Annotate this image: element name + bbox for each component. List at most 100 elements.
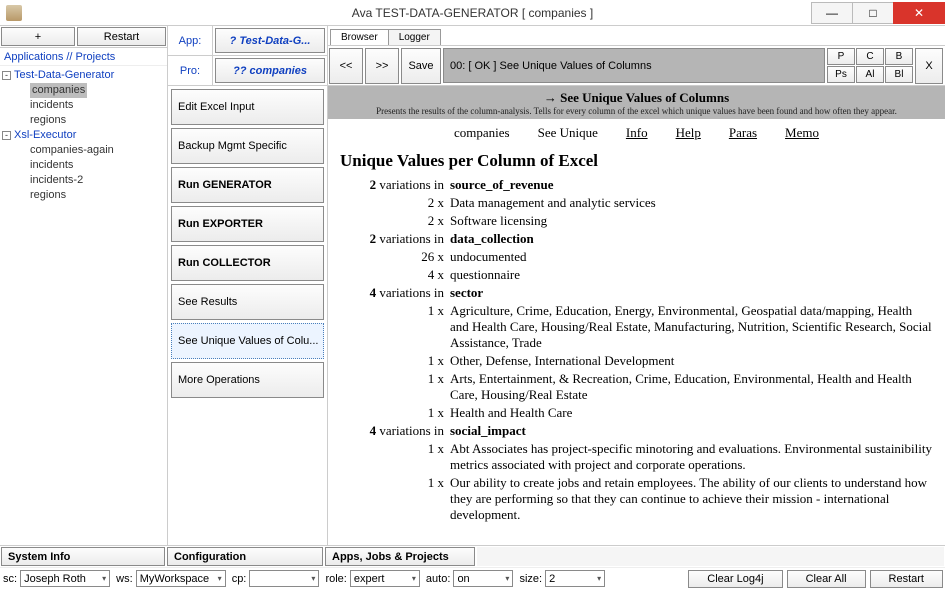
status-spacer (477, 547, 944, 566)
value-text: Abt Associates has project-specific mino… (450, 441, 933, 473)
column-name: social_impact (450, 423, 526, 439)
nav-links: companies See Unique Info Help Paras Memo (328, 119, 945, 147)
tree-child[interactable]: regions (2, 113, 165, 128)
variation-count: 2 variations in (340, 177, 450, 193)
action-button[interactable]: See Unique Values of Colu... (171, 323, 324, 359)
value-text: Other, Defense, International Developmen… (450, 353, 933, 369)
value-count: 1 x (340, 371, 450, 403)
value-text: Our ability to create jobs and retain em… (450, 475, 933, 523)
tab-logger[interactable]: Logger (388, 29, 441, 45)
save-button[interactable]: Save (401, 48, 441, 84)
banner: → See Unique Values of Columns Presents … (328, 86, 945, 119)
nav-link-paras[interactable]: Paras (729, 125, 757, 141)
action-button[interactable]: Backup Mgmt Specific (171, 128, 324, 164)
tree-child-selected[interactable]: companies (30, 83, 87, 98)
action-button[interactable]: Run COLLECTOR (171, 245, 324, 281)
project-tree: -Test-Data-Generatorcompaniesincidentsre… (0, 66, 167, 205)
size-label: size: (519, 573, 542, 585)
tree-expander-icon[interactable]: - (2, 131, 11, 140)
nav-link-help[interactable]: Help (676, 125, 701, 141)
browser-toolbar: << >> Save 00: [ OK ] See Unique Values … (328, 46, 945, 86)
value-count: 1 x (340, 405, 450, 421)
tab-browser[interactable]: Browser (330, 29, 389, 45)
tree-expander-icon[interactable]: - (2, 71, 11, 80)
add-button[interactable]: + (1, 27, 75, 46)
action-button[interactable]: Run GENERATOR (171, 167, 324, 203)
x-button[interactable]: X (915, 48, 943, 84)
value-count: 1 x (340, 353, 450, 369)
value-text: Software licensing (450, 213, 933, 229)
tree-node[interactable]: Xsl-Executor (14, 129, 76, 141)
variation-count: 4 variations in (340, 423, 450, 439)
project-label: Pro: (168, 56, 213, 85)
ws-select[interactable]: MyWorkspace (136, 570, 226, 587)
value-count: 1 x (340, 475, 450, 523)
forward-button[interactable]: >> (365, 48, 399, 84)
variation-count: 2 variations in (340, 231, 450, 247)
value-text: Data management and analytic services (450, 195, 933, 211)
value-text: undocumented (450, 249, 933, 265)
ws-label: ws: (116, 573, 133, 585)
value-count: 4 x (340, 267, 450, 283)
column-name: source_of_revenue (450, 177, 554, 193)
tree-child[interactable]: companies-again (2, 143, 165, 158)
role-label: role: (325, 573, 346, 585)
clear-log4j-button[interactable]: Clear Log4j (688, 570, 782, 588)
content-panel: BrowserLogger << >> Save 00: [ OK ] See … (328, 26, 945, 545)
document-view[interactable]: → See Unique Values of Columns Presents … (328, 86, 945, 545)
page-heading: Unique Values per Column of Excel (340, 151, 933, 171)
value-count: 26 x (340, 249, 450, 265)
value-count: 2 x (340, 195, 450, 211)
grid-button-al[interactable]: Al (856, 66, 884, 83)
sc-label: sc: (3, 573, 17, 585)
cp-select[interactable] (249, 570, 319, 587)
tree-child[interactable]: regions (2, 188, 165, 203)
size-select[interactable]: 2 (545, 570, 605, 587)
banner-title: → See Unique Values of Columns (328, 90, 945, 106)
grid-button-ps[interactable]: Ps (827, 66, 855, 83)
value-count: 1 x (340, 303, 450, 351)
configuration-panel[interactable]: Configuration (167, 547, 323, 566)
grid-button-bl[interactable]: Bl (885, 66, 913, 83)
app-value-button[interactable]: ? Test-Data-G... (215, 28, 325, 53)
nav-link-info[interactable]: Info (626, 125, 648, 141)
project-value-button[interactable]: ?? companies (215, 58, 325, 83)
tree-node[interactable]: Test-Data-Generator (14, 69, 114, 81)
auto-label: auto: (426, 573, 450, 585)
clear-all-button[interactable]: Clear All (787, 570, 866, 588)
value-count: 1 x (340, 441, 450, 473)
system-info-panel[interactable]: System Info (1, 547, 165, 566)
back-button[interactable]: << (329, 48, 363, 84)
tree-child[interactable]: incidents (2, 158, 165, 173)
auto-select[interactable]: on (453, 570, 513, 587)
apps-jobs-panel[interactable]: Apps, Jobs & Projects (325, 547, 475, 566)
action-button[interactable]: Run EXPORTER (171, 206, 324, 242)
restart-button-top[interactable]: Restart (77, 27, 166, 46)
column-name: data_collection (450, 231, 534, 247)
tree-child[interactable]: incidents (2, 98, 165, 113)
export-button-grid: PCB PsAlBl (827, 48, 913, 83)
variation-count: 4 variations in (340, 285, 450, 301)
action-button[interactable]: Edit Excel Input (171, 89, 324, 125)
role-select[interactable]: expert (350, 570, 420, 587)
action-button[interactable]: More Operations (171, 362, 324, 398)
tree-child[interactable]: incidents-2 (2, 173, 165, 188)
grid-button-c[interactable]: C (856, 48, 884, 65)
banner-subtitle: Presents the results of the column-analy… (328, 106, 945, 116)
status-panels: System Info Configuration Apps, Jobs & P… (0, 545, 945, 567)
nav-link-memo[interactable]: Memo (785, 125, 819, 141)
nav-text: companies (454, 125, 510, 140)
grid-button-p[interactable]: P (827, 48, 855, 65)
actions-panel: App: ? Test-Data-G... Pro: ?? companies … (168, 26, 328, 545)
titlebar: Ava TEST-DATA-GENERATOR [ companies ] — … (0, 0, 945, 26)
action-button[interactable]: See Results (171, 284, 324, 320)
value-text: Arts, Entertainment, & Recreation, Crime… (450, 371, 933, 403)
restart-button-footer[interactable]: Restart (870, 570, 943, 588)
tree-header: Applications // Projects (0, 48, 167, 66)
nav-text: See Unique (538, 125, 598, 140)
left-panel: + Restart Applications // Projects -Test… (0, 26, 168, 545)
column-name: sector (450, 285, 483, 301)
sc-select[interactable]: Joseph Roth (20, 570, 110, 587)
grid-button-b[interactable]: B (885, 48, 913, 65)
value-text: questionnaire (450, 267, 933, 283)
